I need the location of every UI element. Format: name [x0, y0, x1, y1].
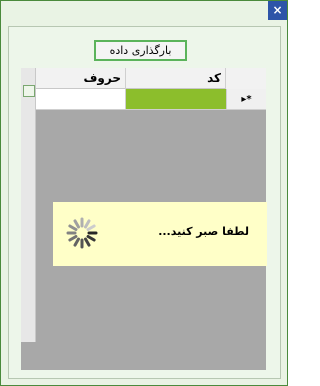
spinner-spoke [84, 219, 91, 229]
spinner-spoke [86, 224, 96, 231]
spinner-spoke [86, 235, 96, 242]
grid-corner-cell[interactable] [23, 85, 35, 97]
spinner-spoke [68, 235, 78, 242]
spinner-icon [66, 217, 98, 249]
grid-vertical-strip [21, 68, 36, 342]
loading-panel: لطفا صبر کنید... [53, 202, 267, 266]
column-header-harf[interactable]: حروف [36, 68, 126, 89]
new-row-indicator: ▸* [226, 89, 266, 110]
code-cell[interactable] [126, 89, 226, 110]
spinner-spoke [73, 219, 80, 229]
column-header-code[interactable]: کد [126, 68, 226, 89]
close-button[interactable]: × [268, 1, 287, 20]
row-header-corner [226, 68, 266, 89]
loading-message: لطفا صبر کنید... [158, 225, 249, 238]
close-icon: × [272, 3, 283, 17]
main-window: × بارگذاری داده حروف کد ▸* لطفا صبر کنید… [0, 0, 288, 386]
spinner-spoke [68, 224, 78, 231]
content-panel: بارگذاری داده حروف کد ▸* لطفا صبر کنید..… [8, 26, 281, 379]
spinner-spoke [84, 237, 91, 247]
data-grid[interactable]: حروف کد ▸* لطفا صبر کنید... [21, 68, 267, 370]
harf-cell[interactable] [36, 89, 126, 110]
grid-new-row[interactable]: ▸* [36, 89, 266, 110]
spinner-spoke [73, 237, 80, 247]
grid-header-row: حروف کد [36, 68, 266, 89]
load-data-button[interactable]: بارگذاری داده [94, 40, 187, 61]
title-bar: × [1, 1, 287, 21]
